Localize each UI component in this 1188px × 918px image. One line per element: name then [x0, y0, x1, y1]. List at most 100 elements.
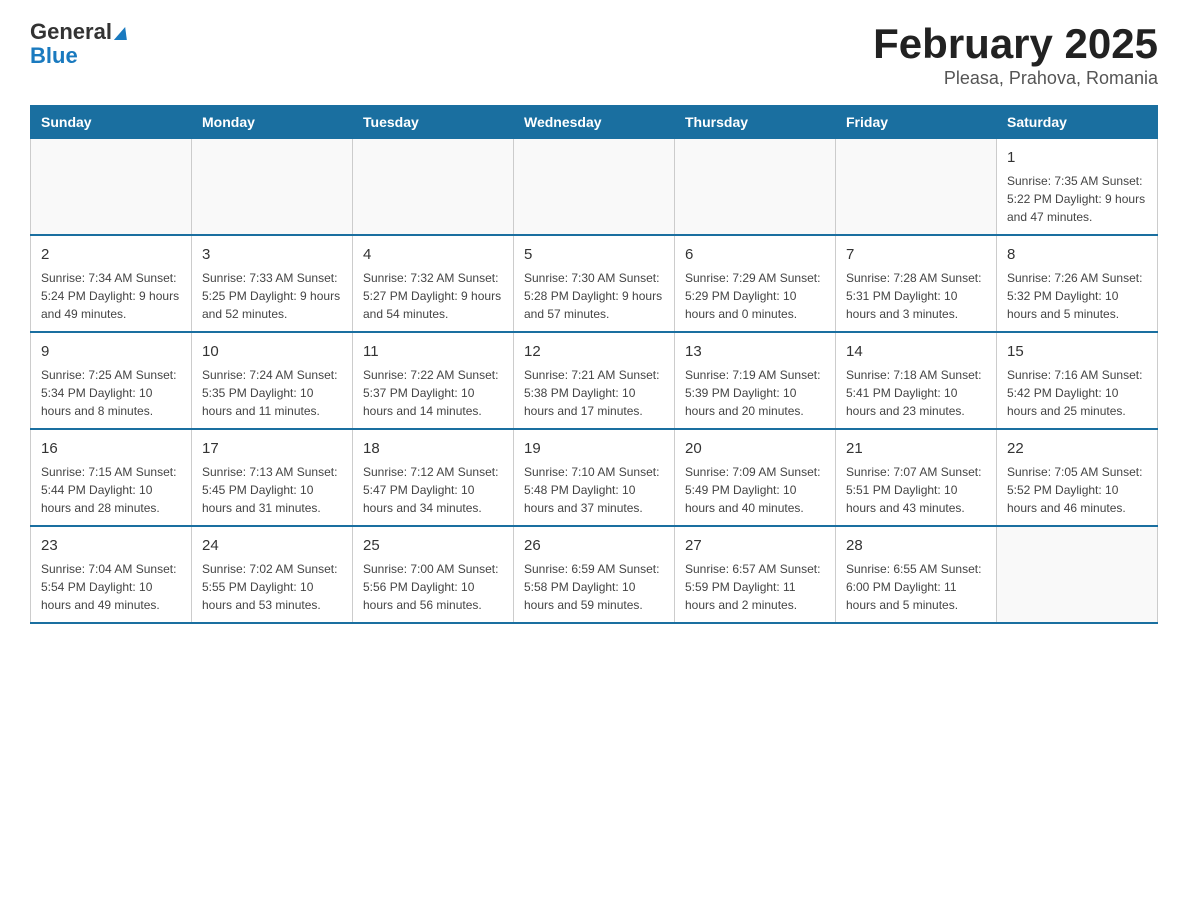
- day-info: Sunrise: 7:26 AM Sunset: 5:32 PM Dayligh…: [1007, 269, 1147, 323]
- day-cell: 20Sunrise: 7:09 AM Sunset: 5:49 PM Dayli…: [675, 429, 836, 526]
- day-number: 23: [41, 535, 181, 556]
- location: Pleasa, Prahova, Romania: [873, 68, 1158, 89]
- day-info: Sunrise: 7:25 AM Sunset: 5:34 PM Dayligh…: [41, 366, 181, 420]
- day-cell: 16 Sunrise: 7:15 AM Sunset: 5:44 PM Dayli…: [31, 429, 192, 526]
- day-number: 4: [363, 244, 503, 265]
- day-number: 17: [202, 438, 342, 459]
- day-info: Sunrise: 7:32 AM Sunset: 5:27 PM Dayligh…: [363, 269, 503, 323]
- day-cell: 24 Sunrise: 7:02 AM Sunset: 5:55 PM Dayli…: [192, 526, 353, 623]
- weekday-header: Saturday: [997, 106, 1158, 139]
- logo-general: General: [30, 20, 128, 44]
- day-cell: 14Sunrise: 7:18 AM Sunset: 5:41 PM Dayli…: [836, 332, 997, 429]
- day-info: Sunrise: 7:00 AM Sunset: 5:56 PM Dayligh…: [363, 560, 503, 614]
- weekday-header: Sunday: [31, 106, 192, 139]
- day-cell: [514, 139, 675, 236]
- day-cell: 22 Sunrise: 7:05 AM Sunset: 5:52 PM Dayli…: [997, 429, 1158, 526]
- calendar-table: SundayMondayTuesdayWednesdayThursdayFrid…: [30, 105, 1158, 624]
- day-cell: [31, 139, 192, 236]
- weekday-header: Tuesday: [353, 106, 514, 139]
- day-number: 12: [524, 341, 664, 362]
- day-cell: 7 Sunrise: 7:28 AM Sunset: 5:31 PM Daylig…: [836, 235, 997, 332]
- day-info: Sunrise: 6:57 AM Sunset: 5:59 PM Dayligh…: [685, 560, 825, 614]
- day-cell: 27Sunrise: 6:57 AM Sunset: 5:59 PM Dayli…: [675, 526, 836, 623]
- day-info: Sunrise: 7:19 AM Sunset: 5:39 PM Dayligh…: [685, 366, 825, 420]
- day-cell: [192, 139, 353, 236]
- logo: General Blue: [30, 20, 128, 68]
- logo-blue: Blue: [30, 44, 78, 68]
- day-info: Sunrise: 7:29 AM Sunset: 5:29 PM Dayligh…: [685, 269, 825, 323]
- calendar-body: 1 Sunrise: 7:35 AM Sunset: 5:22 PM Daylig…: [31, 139, 1158, 624]
- day-info: Sunrise: 7:02 AM Sunset: 5:55 PM Dayligh…: [202, 560, 342, 614]
- day-cell: 25 Sunrise: 7:00 AM Sunset: 5:56 PM Dayli…: [353, 526, 514, 623]
- week-row: 1 Sunrise: 7:35 AM Sunset: 5:22 PM Daylig…: [31, 139, 1158, 236]
- day-number: 10: [202, 341, 342, 362]
- day-info: Sunrise: 7:04 AM Sunset: 5:54 PM Dayligh…: [41, 560, 181, 614]
- day-number: 9: [41, 341, 181, 362]
- day-cell: 10 Sunrise: 7:24 AM Sunset: 5:35 PM Dayli…: [192, 332, 353, 429]
- day-cell: 1 Sunrise: 7:35 AM Sunset: 5:22 PM Daylig…: [997, 139, 1158, 236]
- day-cell: 28 Sunrise: 6:55 AM Sunset: 6:00 PM Dayli…: [836, 526, 997, 623]
- day-cell: 5Sunrise: 7:30 AM Sunset: 5:28 PM Daylig…: [514, 235, 675, 332]
- day-cell: 21Sunrise: 7:07 AM Sunset: 5:51 PM Dayli…: [836, 429, 997, 526]
- day-number: 13: [685, 341, 825, 362]
- day-info: Sunrise: 7:16 AM Sunset: 5:42 PM Dayligh…: [1007, 366, 1147, 420]
- day-number: 24: [202, 535, 342, 556]
- day-cell: [675, 139, 836, 236]
- day-number: 6: [685, 244, 825, 265]
- day-number: 2: [41, 244, 181, 265]
- day-cell: 18 Sunrise: 7:12 AM Sunset: 5:47 PM Dayli…: [353, 429, 514, 526]
- weekday-header: Wednesday: [514, 106, 675, 139]
- day-info: Sunrise: 7:13 AM Sunset: 5:45 PM Dayligh…: [202, 463, 342, 517]
- day-cell: 15 Sunrise: 7:16 AM Sunset: 5:42 PM Dayli…: [997, 332, 1158, 429]
- day-number: 16: [41, 438, 181, 459]
- day-cell: [836, 139, 997, 236]
- day-info: Sunrise: 7:09 AM Sunset: 5:49 PM Dayligh…: [685, 463, 825, 517]
- day-info: Sunrise: 6:59 AM Sunset: 5:58 PM Dayligh…: [524, 560, 664, 614]
- day-cell: 3Sunrise: 7:33 AM Sunset: 5:25 PM Daylig…: [192, 235, 353, 332]
- day-number: 7: [846, 244, 986, 265]
- title-block: February 2025 Pleasa, Prahova, Romania: [873, 20, 1158, 89]
- week-row: 23 Sunrise: 7:04 AM Sunset: 5:54 PM Dayli…: [31, 526, 1158, 623]
- day-info: Sunrise: 7:21 AM Sunset: 5:38 PM Dayligh…: [524, 366, 664, 420]
- weekday-header: Thursday: [675, 106, 836, 139]
- day-number: 3: [202, 244, 342, 265]
- day-number: 18: [363, 438, 503, 459]
- day-cell: 2 Sunrise: 7:34 AM Sunset: 5:24 PM Daylig…: [31, 235, 192, 332]
- day-number: 25: [363, 535, 503, 556]
- day-info: Sunrise: 7:10 AM Sunset: 5:48 PM Dayligh…: [524, 463, 664, 517]
- day-info: Sunrise: 7:24 AM Sunset: 5:35 PM Dayligh…: [202, 366, 342, 420]
- day-info: Sunrise: 7:28 AM Sunset: 5:31 PM Dayligh…: [846, 269, 986, 323]
- day-cell: 8 Sunrise: 7:26 AM Sunset: 5:32 PM Daylig…: [997, 235, 1158, 332]
- month-title: February 2025: [873, 20, 1158, 68]
- day-cell: [997, 526, 1158, 623]
- day-cell: 23 Sunrise: 7:04 AM Sunset: 5:54 PM Dayli…: [31, 526, 192, 623]
- day-cell: [353, 139, 514, 236]
- day-info: Sunrise: 7:15 AM Sunset: 5:44 PM Dayligh…: [41, 463, 181, 517]
- day-number: 8: [1007, 244, 1147, 265]
- day-info: Sunrise: 7:35 AM Sunset: 5:22 PM Dayligh…: [1007, 172, 1147, 226]
- day-number: 28: [846, 535, 986, 556]
- day-number: 1: [1007, 147, 1147, 168]
- day-cell: 17 Sunrise: 7:13 AM Sunset: 5:45 PM Dayli…: [192, 429, 353, 526]
- day-number: 15: [1007, 341, 1147, 362]
- day-info: Sunrise: 7:34 AM Sunset: 5:24 PM Dayligh…: [41, 269, 181, 323]
- week-row: 9 Sunrise: 7:25 AM Sunset: 5:34 PM Daylig…: [31, 332, 1158, 429]
- day-info: Sunrise: 7:30 AM Sunset: 5:28 PM Dayligh…: [524, 269, 664, 323]
- day-cell: 6 Sunrise: 7:29 AM Sunset: 5:29 PM Daylig…: [675, 235, 836, 332]
- day-cell: 9 Sunrise: 7:25 AM Sunset: 5:34 PM Daylig…: [31, 332, 192, 429]
- day-number: 26: [524, 535, 664, 556]
- day-cell: 11Sunrise: 7:22 AM Sunset: 5:37 PM Dayli…: [353, 332, 514, 429]
- day-info: Sunrise: 7:18 AM Sunset: 5:41 PM Dayligh…: [846, 366, 986, 420]
- day-info: Sunrise: 7:12 AM Sunset: 5:47 PM Dayligh…: [363, 463, 503, 517]
- calendar-header: SundayMondayTuesdayWednesdayThursdayFrid…: [31, 106, 1158, 139]
- day-info: Sunrise: 7:05 AM Sunset: 5:52 PM Dayligh…: [1007, 463, 1147, 517]
- day-cell: 26 Sunrise: 6:59 AM Sunset: 5:58 PM Dayli…: [514, 526, 675, 623]
- weekday-header: Monday: [192, 106, 353, 139]
- week-row: 16 Sunrise: 7:15 AM Sunset: 5:44 PM Dayli…: [31, 429, 1158, 526]
- day-info: Sunrise: 6:55 AM Sunset: 6:00 PM Dayligh…: [846, 560, 986, 614]
- day-cell: 12 Sunrise: 7:21 AM Sunset: 5:38 PM Dayli…: [514, 332, 675, 429]
- day-number: 21: [846, 438, 986, 459]
- day-number: 22: [1007, 438, 1147, 459]
- day-cell: 4 Sunrise: 7:32 AM Sunset: 5:27 PM Daylig…: [353, 235, 514, 332]
- weekday-header: Friday: [836, 106, 997, 139]
